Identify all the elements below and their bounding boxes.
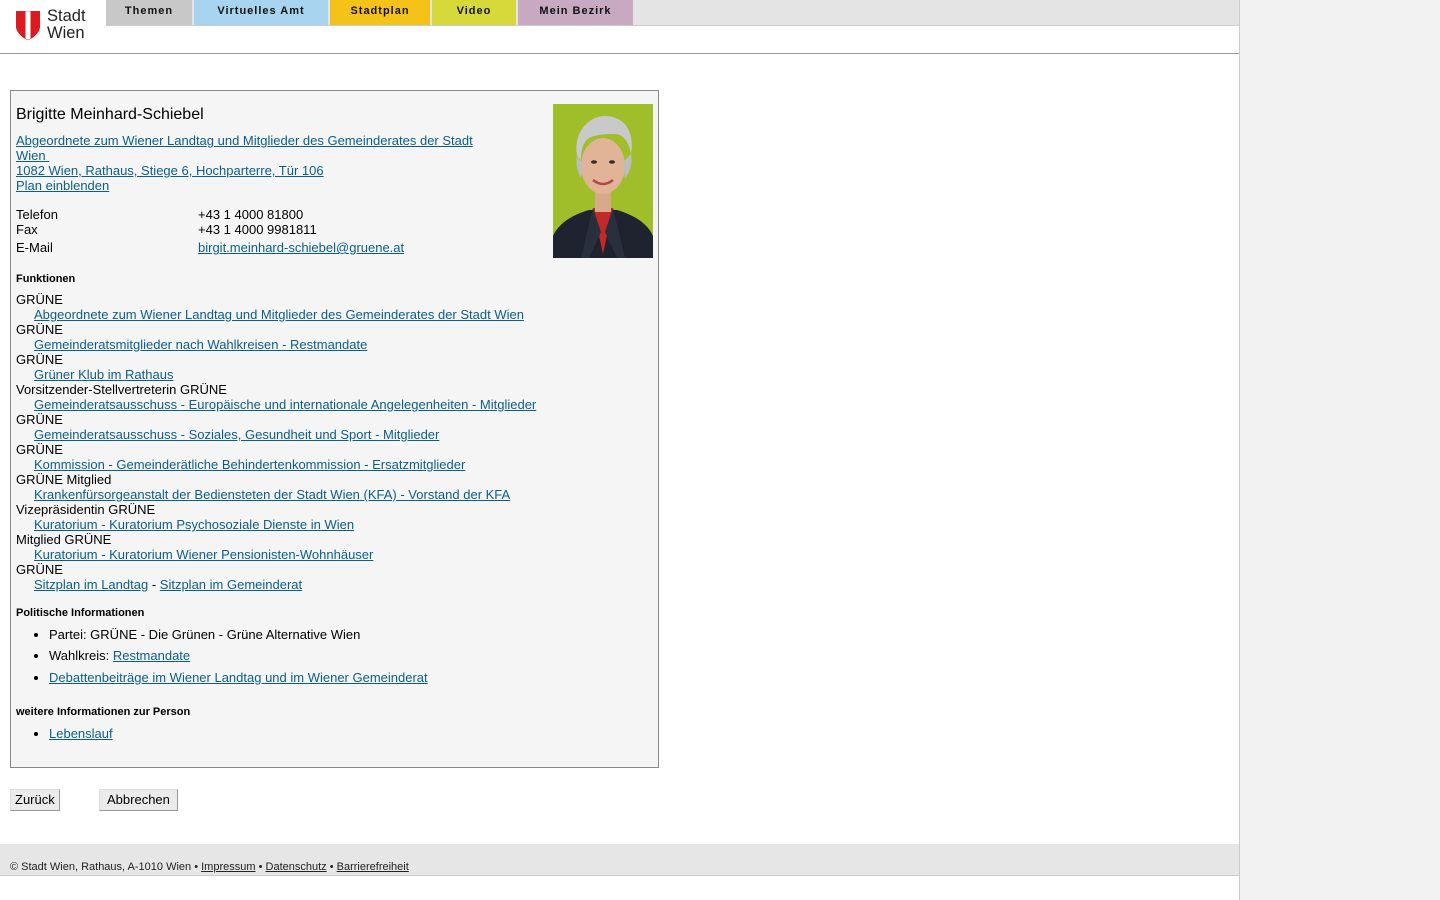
email-link[interactable]: birgit.meinhard-schiebel@gruene.at (198, 240, 404, 256)
function-link[interactable]: Grüner Klub im Rathaus (34, 367, 173, 382)
person-name: Brigitte Meinhard-Schiebel (16, 106, 204, 123)
debates-link[interactable]: Debattenbeiträge im Wiener Landtag und i… (49, 670, 428, 685)
fax-value: +43 1 4000 9981811 (198, 222, 317, 237)
debates-item: Debattenbeiträge im Wiener Landtag und i… (49, 670, 428, 685)
logo-text: Stadt Wien (47, 7, 86, 42)
footer-text: © Stadt Wien, Rathaus, A-1010 Wien • Imp… (10, 861, 409, 873)
footer: © Stadt Wien, Rathaus, A-1010 Wien • Imp… (0, 844, 1239, 876)
seat-plan-links: Sitzplan im Landtag - Sitzplan im Gemein… (34, 577, 303, 592)
cv-link[interactable]: Lebenslauf (49, 726, 113, 741)
address-block: Abgeordnete zum Wiener Landtag und Mitgl… (16, 133, 486, 193)
phone-value: +43 1 4000 81800 (198, 207, 304, 222)
back-button[interactable]: Zurück (10, 789, 60, 811)
portrait-image (553, 104, 653, 258)
email-row: E-Mail birgit.meinhard-schiebel@gruene.a… (16, 240, 405, 256)
accessibility-link[interactable]: Barrierefreiheit (337, 861, 409, 873)
tab-themen[interactable]: Themen (106, 0, 192, 25)
person-card: Brigitte Meinhard-Schiebel Abgeordnete z… (10, 90, 659, 768)
political-info-list: Partei: GRÜNE - Die Grünen - Grüne Alter… (16, 627, 428, 685)
function-link[interactable]: Gemeinderatsausschuss - Soziales, Gesund… (34, 427, 439, 442)
seat-plan-gemeinderat-link[interactable]: Sitzplan im Gemeinderat (160, 577, 302, 592)
party-item: Partei: GRÜNE - Die Grünen - Grüne Alter… (49, 627, 428, 642)
function-link[interactable]: Krankenfürsorgeanstalt der Bediensteten … (34, 487, 510, 502)
stadt-wien-logo[interactable]: Stadt Wien (16, 8, 102, 44)
privacy-link[interactable]: Datenschutz (266, 861, 327, 873)
header: Stadt Wien Themen Virtuelles Amt Stadtpl… (0, 0, 1239, 54)
contact-table: Telefon +43 1 4000 81800 Fax +43 1 4000 … (16, 207, 536, 255)
tab-video[interactable]: Video (432, 0, 516, 25)
tab-mein-bezirk[interactable]: Mein Bezirk (518, 0, 633, 25)
role-link[interactable]: Abgeordnete zum Wiener Landtag und Mitgl… (16, 133, 473, 163)
show-map-link[interactable]: Plan einblenden (16, 178, 109, 193)
page: Stadt Wien Themen Virtuelles Amt Stadtpl… (0, 0, 1240, 900)
functions-list: GRÜNE Abgeordnete zum Wiener Landtag und… (16, 292, 646, 592)
function-link[interactable]: Abgeordnete zum Wiener Landtag und Mitgl… (34, 307, 524, 322)
political-info-heading: Politische Informationen (16, 607, 145, 619)
tab-stadtplan[interactable]: Stadtplan (330, 0, 430, 25)
cv-item: Lebenslauf (49, 726, 113, 741)
function-link[interactable]: Kuratorium - Kuratorium Wiener Pensionis… (34, 547, 373, 562)
district-item: Wahlkreis: Restmandate (49, 648, 428, 663)
fax-row: Fax +43 1 4000 9981811 (16, 222, 317, 237)
person-photo (553, 104, 653, 258)
more-info-list: Lebenslauf (16, 726, 113, 741)
functions-heading: Funktionen (16, 273, 76, 285)
function-link[interactable]: Gemeinderatsausschuss - Europäische und … (34, 397, 536, 412)
main-navigation: Themen Virtuelles Amt Stadtplan Video Me… (106, 0, 1239, 26)
district-link[interactable]: Restmandate (113, 648, 190, 663)
more-info-heading: weitere Informationen zur Person (16, 706, 191, 718)
impressum-link[interactable]: Impressum (201, 861, 255, 873)
tab-virtuelles-amt[interactable]: Virtuelles Amt (194, 0, 328, 25)
function-link[interactable]: Kuratorium - Kuratorium Psychosoziale Di… (34, 517, 354, 532)
phone-row: Telefon +43 1 4000 81800 (16, 207, 304, 222)
cancel-button[interactable]: Abbrechen (99, 789, 178, 811)
seat-plan-landtag-link[interactable]: Sitzplan im Landtag (34, 577, 148, 592)
address-link[interactable]: 1082 Wien, Rathaus, Stiege 6, Hochparter… (16, 163, 324, 178)
wien-shield-icon (16, 11, 40, 40)
function-link[interactable]: Kommission - Gemeinderätliche Behinderte… (34, 457, 465, 472)
function-link[interactable]: Gemeinderatsmitglieder nach Wahlkreisen … (34, 337, 367, 352)
